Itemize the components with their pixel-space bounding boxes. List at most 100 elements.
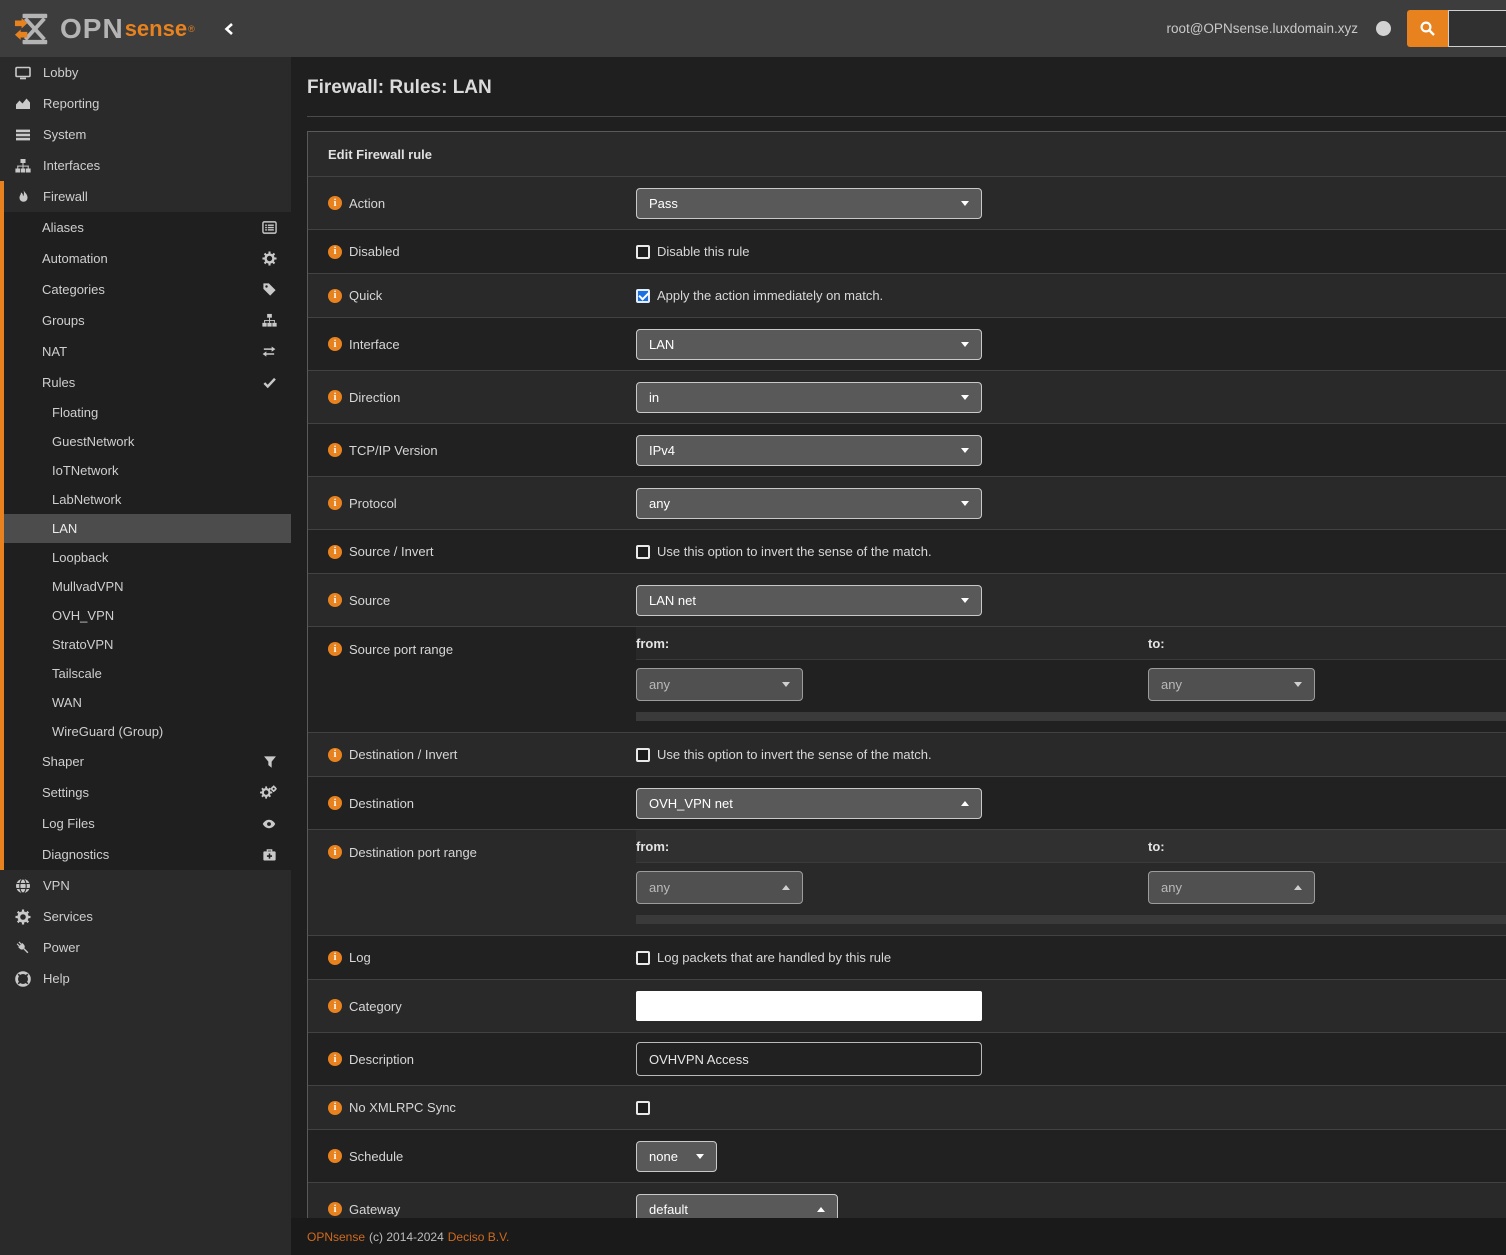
action-select[interactable]: Pass <box>636 188 982 219</box>
sidebar-item-services[interactable]: Services <box>0 901 291 932</box>
source-invert-checkbox[interactable] <box>636 545 650 559</box>
sidebar-item-help[interactable]: Help <box>0 963 291 994</box>
gateway-select[interactable]: default <box>636 1194 838 1219</box>
rules-item-labnetwork[interactable]: LabNetwork <box>4 485 291 514</box>
source-port-to-select[interactable]: any <box>1148 668 1315 701</box>
quick-checkbox[interactable] <box>636 289 650 303</box>
sidebar-item-shaper[interactable]: Shaper <box>4 746 291 777</box>
opnsense-logo[interactable]: OPNsense® <box>14 12 195 46</box>
log-checkbox[interactable] <box>636 951 650 965</box>
schedule-select[interactable]: none <box>636 1141 717 1172</box>
hourglass-logo-icon <box>14 12 52 46</box>
info-icon[interactable]: i <box>328 390 342 404</box>
sidebar-item-system[interactable]: System <box>0 119 291 150</box>
search-button[interactable] <box>1407 10 1448 47</box>
sidebar-item-reporting[interactable]: Reporting <box>0 88 291 119</box>
info-icon[interactable]: i <box>328 642 342 656</box>
rules-item-ovh-vpn[interactable]: OVH_VPN <box>4 601 291 630</box>
info-icon[interactable]: i <box>328 337 342 351</box>
sidebar-item-aliases[interactable]: Aliases <box>4 212 291 243</box>
sidebar-item-automation[interactable]: Automation <box>4 243 291 274</box>
info-icon[interactable]: i <box>328 443 342 457</box>
form-row-destination: i Destination OVH_VPN net <box>308 776 1506 829</box>
horizontal-scrollbar[interactable] <box>636 712 1506 721</box>
description-input[interactable] <box>636 1042 982 1076</box>
no-xmlrpc-checkbox[interactable] <box>636 1101 650 1115</box>
destination-invert-checkbox[interactable] <box>636 748 650 762</box>
sidebar-item-nat[interactable]: NAT <box>4 336 291 367</box>
rules-item-guestnetwork[interactable]: GuestNetwork <box>4 427 291 456</box>
info-icon[interactable]: i <box>328 289 342 303</box>
search-input[interactable] <box>1448 10 1506 47</box>
rules-item-floating[interactable]: Floating <box>4 398 291 427</box>
sidebar-item-label: Automation <box>42 251 257 266</box>
info-icon[interactable]: i <box>328 1052 342 1066</box>
category-input[interactable] <box>636 991 982 1021</box>
opnsense-footer-link[interactable]: OPNsense <box>307 1230 365 1244</box>
sidebar-item-label: Aliases <box>42 220 257 235</box>
info-icon[interactable]: i <box>328 196 342 210</box>
info-icon[interactable]: i <box>328 1101 342 1115</box>
sidebar-collapse-button[interactable] <box>223 22 235 36</box>
direction-select[interactable]: in <box>636 382 982 413</box>
to-column-header: to: <box>1148 636 1506 651</box>
destination-port-to-select[interactable]: any <box>1148 871 1315 904</box>
sidebar-item-lobby[interactable]: Lobby <box>0 57 291 88</box>
info-icon[interactable]: i <box>328 796 342 810</box>
info-icon[interactable]: i <box>328 1202 342 1216</box>
selected-value: default <box>649 1202 688 1217</box>
info-icon[interactable]: i <box>328 951 342 965</box>
rules-item-tailscale[interactable]: Tailscale <box>4 659 291 688</box>
checkbox-label: Disable this rule <box>657 244 750 259</box>
interface-select[interactable]: LAN <box>636 329 982 360</box>
sidebar-item-label: Reporting <box>43 96 99 111</box>
source-port-from-select[interactable]: any <box>636 668 803 701</box>
rules-item-loopback[interactable]: Loopback <box>4 543 291 572</box>
rules-item-mullvadvpn[interactable]: MullvadVPN <box>4 572 291 601</box>
rules-item-wireguard-group[interactable]: WireGuard (Group) <box>4 717 291 746</box>
protocol-select[interactable]: any <box>636 488 982 519</box>
ip-version-select[interactable]: IPv4 <box>636 435 982 466</box>
destination-port-from-select[interactable]: any <box>636 871 803 904</box>
check-icon <box>257 375 277 390</box>
chevron-down-icon <box>961 598 969 603</box>
rules-item-wan[interactable]: WAN <box>4 688 291 717</box>
rules-item-stratovpn[interactable]: StratoVPN <box>4 630 291 659</box>
deciso-footer-link[interactable]: Deciso B.V. <box>448 1230 510 1244</box>
sidebar-item-interfaces[interactable]: Interfaces <box>0 150 291 181</box>
info-icon[interactable]: i <box>328 245 342 259</box>
selected-value: any <box>649 677 670 692</box>
info-icon[interactable]: i <box>328 748 342 762</box>
sidebar-item-categories[interactable]: Categories <box>4 274 291 305</box>
sidebar-item-groups[interactable]: Groups <box>4 305 291 336</box>
destination-select[interactable]: OVH_VPN net <box>636 788 982 819</box>
sidebar-item-firewall[interactable]: Firewall <box>4 181 291 212</box>
logged-in-user: root@OPNsense.luxdomain.xyz <box>1166 21 1358 36</box>
rules-item-lan[interactable]: LAN <box>4 514 291 543</box>
form-row-log: iLog Log packets that are handled by thi… <box>308 935 1506 979</box>
sidebar-item-rules[interactable]: Rules <box>4 367 291 398</box>
area-chart-icon <box>14 96 32 112</box>
source-select[interactable]: LAN net <box>636 585 982 616</box>
sidebar-item-settings[interactable]: Settings <box>4 777 291 808</box>
rules-item-iotnetwork[interactable]: IoTNetwork <box>4 456 291 485</box>
field-label: Gateway <box>349 1202 400 1217</box>
sidebar-item-vpn[interactable]: VPN <box>0 870 291 901</box>
gear-icon <box>257 251 277 266</box>
rules-item-label: Loopback <box>52 550 108 565</box>
sidebar-item-log-files[interactable]: Log Files <box>4 808 291 839</box>
info-icon[interactable]: i <box>328 545 342 559</box>
panel-header: Edit Firewall rule <box>308 132 1506 176</box>
info-icon[interactable]: i <box>328 845 342 859</box>
field-label: Action <box>349 196 385 211</box>
info-icon[interactable]: i <box>328 1149 342 1163</box>
info-icon[interactable]: i <box>328 496 342 510</box>
info-icon[interactable]: i <box>328 999 342 1013</box>
disabled-checkbox[interactable] <box>636 245 650 259</box>
rules-item-label: LabNetwork <box>52 492 121 507</box>
horizontal-scrollbar[interactable] <box>636 915 1506 924</box>
sidebar-item-diagnostics[interactable]: Diagnostics <box>4 839 291 870</box>
field-label: Destination <box>349 796 414 811</box>
info-icon[interactable]: i <box>328 593 342 607</box>
sidebar-item-power[interactable]: Power <box>0 932 291 963</box>
